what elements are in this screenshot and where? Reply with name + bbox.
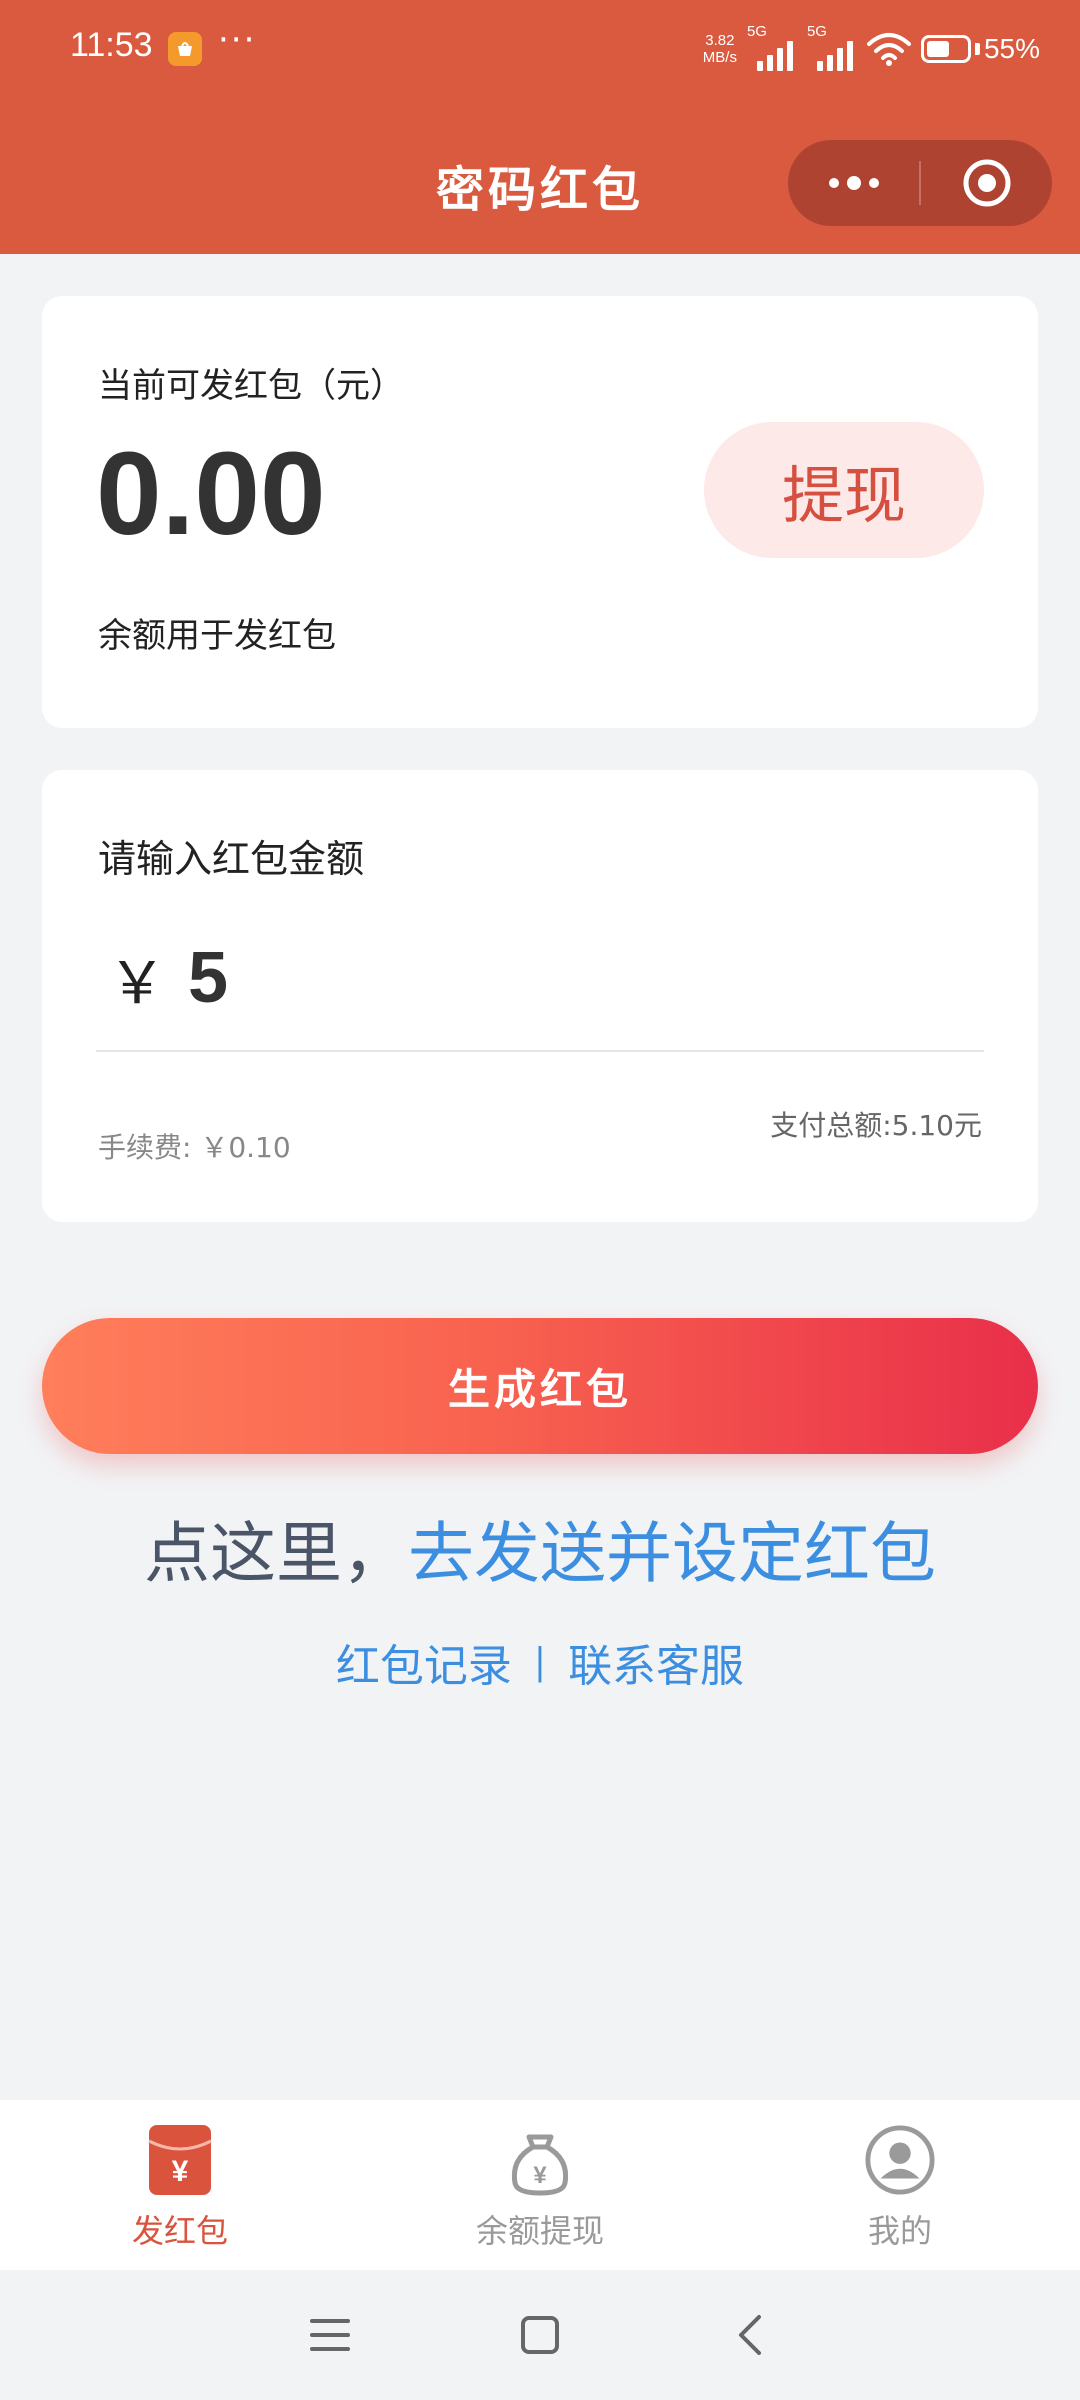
- status-time: 11:53: [70, 26, 153, 64]
- amount-divider: [96, 1050, 984, 1052]
- square-home-icon: [521, 2316, 559, 2354]
- close-mini-program-button[interactable]: [921, 140, 1052, 226]
- balance-value: 0.00: [96, 428, 326, 560]
- tab-balance-withdraw[interactable]: ¥ 余额提现: [360, 2100, 720, 2270]
- network-speed-value: 3.82: [705, 32, 735, 49]
- money-bag-icon: ¥: [504, 2122, 576, 2198]
- recent-apps-button[interactable]: [300, 2305, 360, 2365]
- balance-note: 余额用于发红包: [98, 616, 336, 656]
- red-envelope-icon: ¥: [144, 2122, 216, 2198]
- total-payment-text: 支付总额:5.10元: [770, 1109, 982, 1142]
- withdraw-button[interactable]: 提现: [704, 422, 984, 558]
- status-bar: 11:53 ··· 3.82 MB/s 5G 5G 55%: [0, 0, 1080, 100]
- chevron-left-icon: [739, 2315, 761, 2355]
- network-speed: 3.82 MB/s: [703, 32, 737, 66]
- svg-text:¥: ¥: [533, 2162, 547, 2189]
- wifi-icon: [866, 33, 911, 66]
- more-menu-button[interactable]: [788, 140, 919, 226]
- svg-text:¥: ¥: [172, 2155, 189, 2188]
- network-speed-unit: MB/s: [702, 49, 737, 66]
- signal-1: 5G: [747, 23, 797, 71]
- promo-line: 点这里，去发送并设定红包: [0, 1500, 1080, 1596]
- target-close-icon: [963, 159, 1010, 207]
- signal-2: 5G: [807, 23, 857, 71]
- app-root: 11:53 ··· 3.82 MB/s 5G 5G 55% 密码红包 当前可发红…: [0, 0, 1080, 2400]
- tab-label: 我的: [867, 2212, 932, 2250]
- amount-label: 请输入红包金额: [98, 837, 365, 881]
- balance-card: 当前可发红包（元） 0.00 余额用于发红包 提现: [42, 296, 1038, 728]
- links-row: 红包记录 | 联系客服: [0, 1630, 1080, 1694]
- customer-service-link[interactable]: 联系客服: [568, 1630, 744, 1694]
- menu-icon: [310, 2319, 350, 2351]
- links-separator: |: [533, 1641, 547, 1683]
- amount-input[interactable]: [188, 937, 888, 1019]
- status-indicators: 3.82 MB/s 5G 5G 55%: [703, 23, 1040, 74]
- amount-input-row: ￥: [98, 918, 984, 1038]
- back-button[interactable]: [720, 2305, 780, 2365]
- app-notification-icon: [168, 32, 202, 66]
- battery-percentage: 55%: [983, 33, 1040, 64]
- system-navigation-bar: [0, 2270, 1080, 2400]
- battery-icon: [920, 35, 971, 63]
- tab-label: 余额提现: [475, 2212, 604, 2250]
- home-button[interactable]: [510, 2305, 570, 2365]
- promo-prefix: 点这里，: [144, 1515, 408, 1592]
- signal-bars-icon: [816, 41, 853, 71]
- tab-label: 发红包: [131, 2212, 228, 2250]
- more-dots-icon: [828, 176, 879, 190]
- user-profile-icon: [864, 2122, 936, 2198]
- status-more-icon: ···: [218, 20, 257, 60]
- signal-1-label: 5G: [746, 23, 767, 40]
- balance-label: 当前可发红包（元）: [98, 366, 404, 406]
- generate-red-envelope-button[interactable]: 生成红包: [42, 1318, 1038, 1454]
- tab-my-profile[interactable]: 我的: [720, 2100, 1080, 2270]
- header: 11:53 ··· 3.82 MB/s 5G 5G 55% 密码红包: [0, 0, 1080, 254]
- send-and-set-link[interactable]: 去发送并设定红包: [408, 1515, 936, 1592]
- signal-bars-icon: [756, 41, 793, 71]
- tab-bar: ¥ 发红包 ¥ 余额提现 我的: [0, 2100, 1080, 2270]
- fee-text: 手续费: ￥0.10: [98, 1131, 291, 1164]
- signal-2-label: 5G: [806, 23, 827, 40]
- currency-symbol: ￥: [108, 949, 167, 1017]
- battery-indicator: 55%: [920, 33, 1040, 65]
- amount-card: 请输入红包金额 ￥ 手续费: ￥0.10 支付总额:5.10元: [42, 770, 1038, 1222]
- records-link[interactable]: 红包记录: [336, 1630, 512, 1694]
- tab-send-red-envelope[interactable]: ¥ 发红包: [0, 2100, 360, 2270]
- mini-program-capsule: [788, 140, 1052, 226]
